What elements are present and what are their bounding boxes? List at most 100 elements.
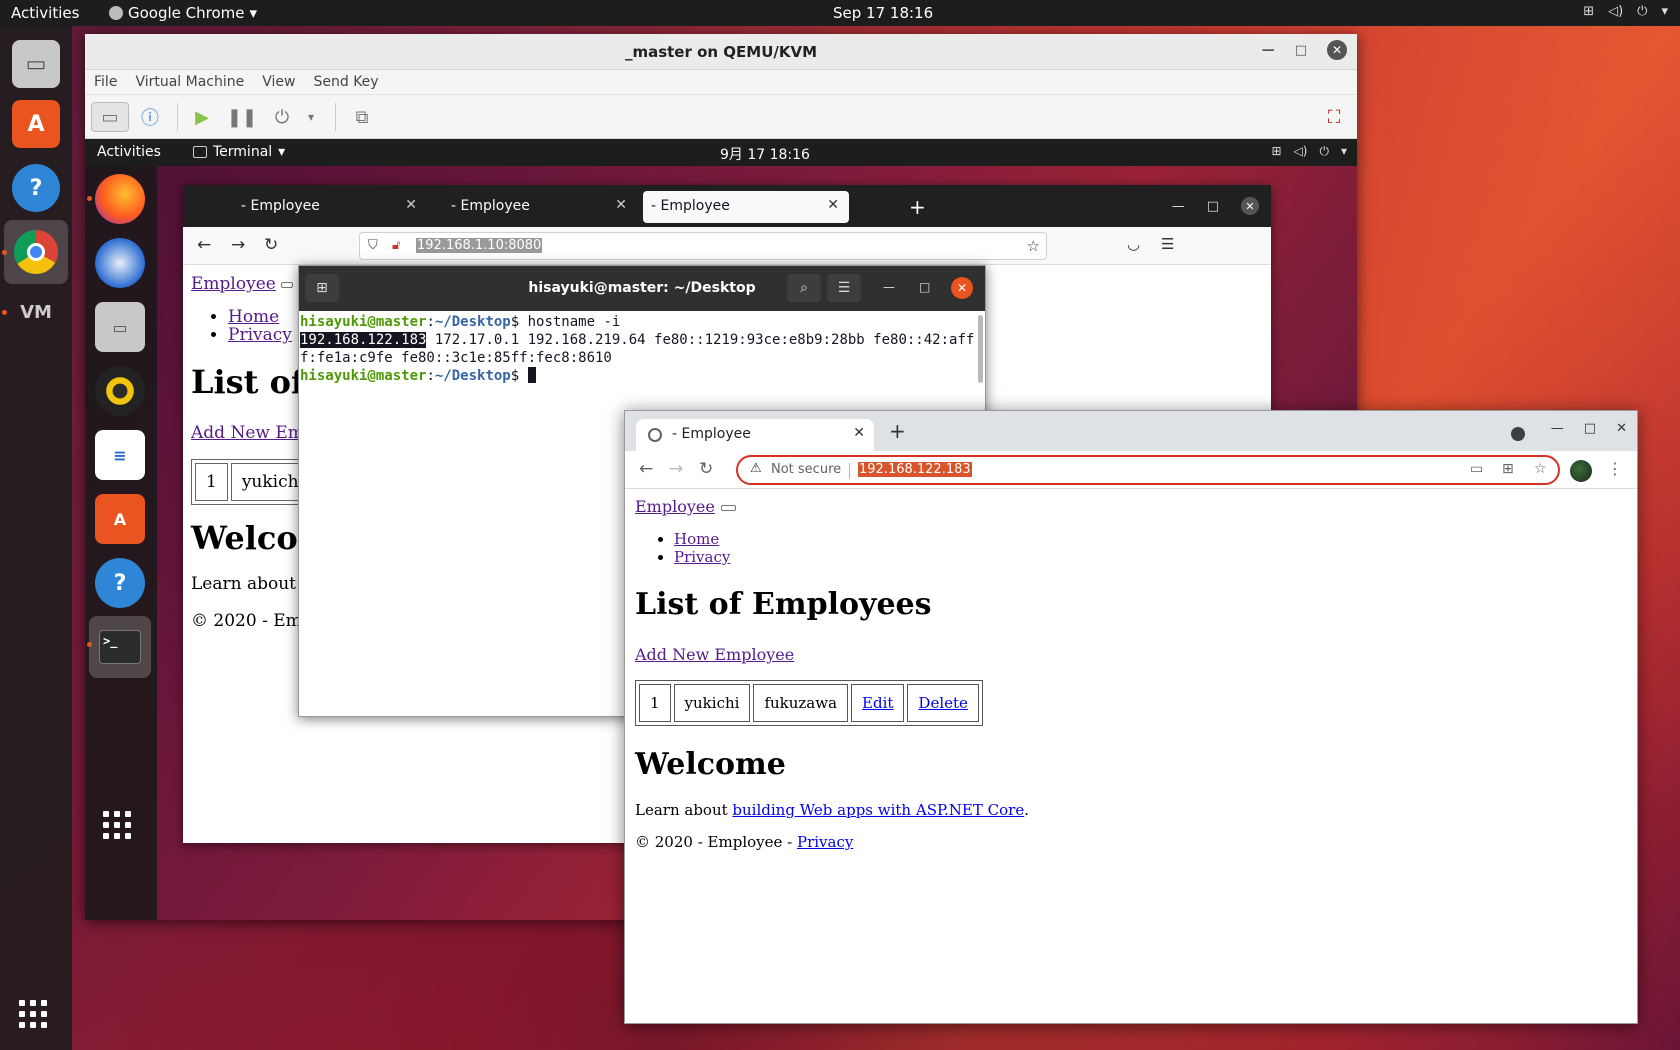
back-icon[interactable]: ← (197, 235, 211, 255)
chrome-tab-active[interactable]: - Employee ✕ (636, 419, 874, 451)
bookmark-star-icon[interactable]: ☆ (1534, 461, 1547, 477)
maximize-button[interactable]: □ (1295, 43, 1307, 58)
files-icon[interactable]: ▭ (95, 302, 145, 352)
menu-send-key[interactable]: Send Key (313, 74, 378, 90)
bookmark-star-icon[interactable]: ☆ (1027, 237, 1040, 255)
libreoffice-writer-icon[interactable]: ≡ (95, 430, 145, 480)
profile-avatar[interactable] (1570, 460, 1592, 482)
hamburger-menu-icon[interactable]: ☰ (1161, 235, 1174, 253)
pause-icon[interactable]: ❚❚ (225, 102, 259, 132)
activities-button[interactable]: Activities (11, 4, 79, 22)
power-icon[interactable]: ⏻ (265, 102, 299, 132)
thunderbird-icon[interactable] (95, 238, 145, 288)
firefox-url-bar[interactable]: ⛉ 🔓︎ 192.168.1.10:8080 ☆ (359, 232, 1047, 260)
menu-file[interactable]: File (94, 74, 117, 90)
url-text[interactable]: 192.168.122.183 (858, 462, 972, 477)
firefox-tab-active[interactable]: - Employee ✕ (643, 191, 849, 223)
close-tab-icon[interactable]: ✕ (615, 197, 627, 213)
close-button[interactable]: ✕ (1327, 40, 1347, 60)
pocket-icon[interactable]: ◡ (1127, 235, 1140, 253)
minimize-button[interactable]: — (1551, 421, 1564, 436)
help-icon[interactable]: ? (95, 558, 145, 608)
navbar-toggle-button[interactable] (280, 281, 293, 288)
software-center-icon[interactable]: A (12, 100, 60, 148)
navbar-toggle-button[interactable] (720, 504, 736, 511)
forward-icon[interactable]: → (669, 459, 683, 479)
brand-link[interactable]: Employee (635, 497, 715, 516)
show-apps-icon[interactable] (103, 811, 131, 839)
cast-icon[interactable]: ▭ (1470, 461, 1483, 477)
console-view-icon[interactable]: ▭ (91, 102, 129, 132)
close-button[interactable]: ✕ (951, 277, 973, 299)
firefox-tab[interactable]: - Employee ✕ (187, 191, 427, 223)
brand-link[interactable]: Employee (191, 274, 276, 294)
virt-manager-icon[interactable]: VM (12, 288, 60, 336)
guest-activities-button[interactable]: Activities (97, 144, 161, 160)
chrome-omnibox[interactable]: ⚠ Not secure 192.168.122.183 ▭ ⊞ ☆ (736, 455, 1560, 485)
new-tab-icon[interactable]: + (909, 195, 926, 219)
terminal-scrollbar[interactable] (978, 315, 983, 383)
vm-titlebar[interactable]: _master on QEMU/KVM — □ ✕ (85, 34, 1357, 70)
qr-code-icon[interactable]: ⊞ (1502, 461, 1514, 477)
firefox-icon[interactable] (95, 174, 145, 224)
cell-id: 1 (195, 463, 228, 501)
maximize-button[interactable]: □ (919, 280, 930, 294)
details-info-icon[interactable]: ⓘ (135, 102, 165, 132)
tab-search-icon[interactable] (1511, 427, 1525, 441)
nav-link-home[interactable]: Home (228, 307, 279, 327)
system-tray[interactable]: ⊞ ◁) ⏻ ▾ (1583, 4, 1668, 19)
search-icon[interactable]: ⌕ (787, 274, 821, 302)
new-tab-icon[interactable]: + (889, 419, 906, 443)
terminal-headerbar[interactable]: ⊞ hisayuki@master: ~/Desktop ⌕ ☰ — □ ✕ (299, 266, 985, 311)
reload-icon[interactable]: ↻ (264, 235, 278, 255)
url-text[interactable]: 192.168.1.10:8080 (416, 238, 543, 253)
menu-virtual-machine[interactable]: Virtual Machine (135, 74, 244, 90)
files-icon[interactable]: ▭ (12, 40, 60, 88)
selected-ip-text[interactable]: 192.168.122.183 (300, 332, 427, 348)
add-employee-link[interactable]: Add New Employee (635, 645, 1637, 664)
hamburger-menu-icon[interactable]: ☰ (827, 274, 861, 302)
guest-clock[interactable]: 9月 17 18:16 (720, 144, 810, 164)
software-center-icon[interactable]: A (95, 494, 145, 544)
close-button[interactable]: ✕ (1241, 197, 1259, 215)
show-apps-icon[interactable] (19, 1000, 47, 1028)
snapshots-icon[interactable]: ⧉ (345, 102, 379, 132)
maximize-button[interactable]: □ (1584, 421, 1596, 436)
edit-link[interactable]: Edit (862, 694, 893, 712)
close-button[interactable]: ✕ (1616, 421, 1627, 436)
reload-icon[interactable]: ↻ (699, 459, 713, 479)
maximize-button[interactable]: □ (1207, 199, 1219, 214)
app-menu[interactable]: Google Chrome ▾ (109, 4, 257, 22)
power-icon: ⏻ (1637, 4, 1648, 19)
kebab-menu-icon[interactable]: ⋮ (1607, 459, 1623, 478)
firefox-tab[interactable]: - Employee ✕ (397, 191, 637, 223)
nav-link-home[interactable]: Home (674, 530, 719, 548)
close-tab-icon[interactable]: ✕ (827, 197, 839, 213)
minimize-button[interactable]: — (1172, 199, 1185, 214)
menu-view[interactable]: View (262, 74, 295, 90)
clock[interactable]: Sep 17 18:16 (833, 4, 933, 22)
minimize-button[interactable]: — (883, 280, 895, 294)
close-tab-icon[interactable]: ✕ (853, 425, 865, 441)
back-icon[interactable]: ← (639, 459, 653, 479)
footer-privacy-link[interactable]: Privacy (797, 833, 853, 851)
fullscreen-icon[interactable]: ⛶ (1317, 102, 1351, 132)
rhythmbox-icon[interactable] (95, 366, 145, 416)
guest-app-menu[interactable]: Terminal ▾ (193, 144, 285, 160)
insecure-lock-icon[interactable]: 🔓︎ (392, 238, 400, 253)
chevron-down-icon[interactable]: ▾ (301, 102, 321, 132)
nav-link-privacy[interactable]: Privacy (674, 548, 730, 566)
nav-link-privacy[interactable]: Privacy (228, 325, 292, 345)
run-icon[interactable]: ▶ (185, 102, 219, 132)
terminal-icon[interactable]: >_ (89, 616, 151, 678)
shield-icon[interactable]: ⛉ (368, 238, 378, 253)
help-icon[interactable]: ? (12, 164, 60, 212)
warning-icon[interactable]: ⚠ (750, 461, 762, 476)
security-label[interactable]: Not secure (771, 462, 841, 477)
forward-icon[interactable]: → (231, 235, 245, 255)
delete-link[interactable]: Delete (918, 694, 967, 712)
learn-link[interactable]: building Web apps with ASP.NET Core (732, 801, 1024, 819)
chrome-icon[interactable] (4, 220, 68, 284)
guest-system-tray[interactable]: ⊞ ◁) ⏻ ▾ (1271, 144, 1347, 159)
minimize-button[interactable]: — (1262, 43, 1275, 58)
